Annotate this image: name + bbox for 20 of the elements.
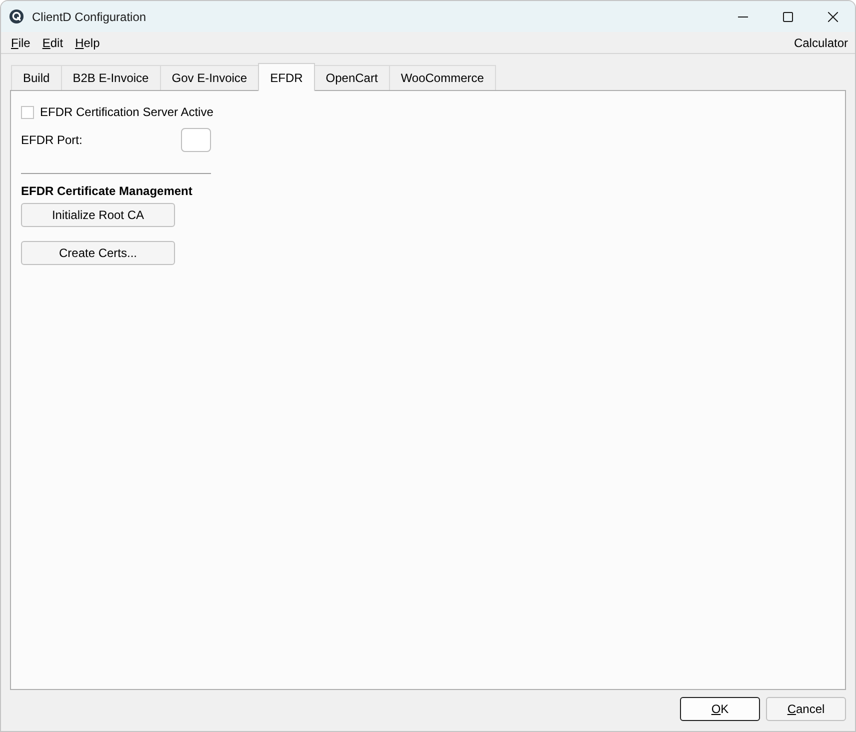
menu-item[interactable]: Edit bbox=[36, 32, 70, 52]
port-input-field[interactable] bbox=[181, 128, 211, 152]
close-icon bbox=[828, 12, 838, 22]
checkbox[interactable] bbox=[21, 106, 34, 118]
dialog-button[interactable]: Cancel bbox=[766, 697, 846, 721]
app-icon bbox=[9, 9, 24, 24]
tab[interactable]: Build bbox=[11, 65, 62, 90]
window-title: ClientD Configuration bbox=[32, 10, 146, 24]
menu-item[interactable]: Calculator bbox=[788, 32, 851, 52]
tab[interactable]: WooCommerce bbox=[388, 65, 496, 90]
checkbox-label: EFDR Certification Server Active bbox=[40, 105, 214, 119]
section-heading: EFDR Certificate Management bbox=[21, 184, 192, 198]
action-button[interactable]: Create Certs... bbox=[21, 241, 175, 265]
dialog-button[interactable]: OK bbox=[680, 697, 760, 721]
field-label: EFDR Port: bbox=[21, 133, 82, 147]
tab[interactable]: EFDR bbox=[258, 63, 315, 91]
action-button[interactable]: Initialize Root CA bbox=[21, 203, 175, 227]
menu-item[interactable]: File bbox=[5, 32, 36, 52]
maximize-icon bbox=[782, 12, 792, 22]
menu-item[interactable]: Help bbox=[69, 32, 106, 52]
